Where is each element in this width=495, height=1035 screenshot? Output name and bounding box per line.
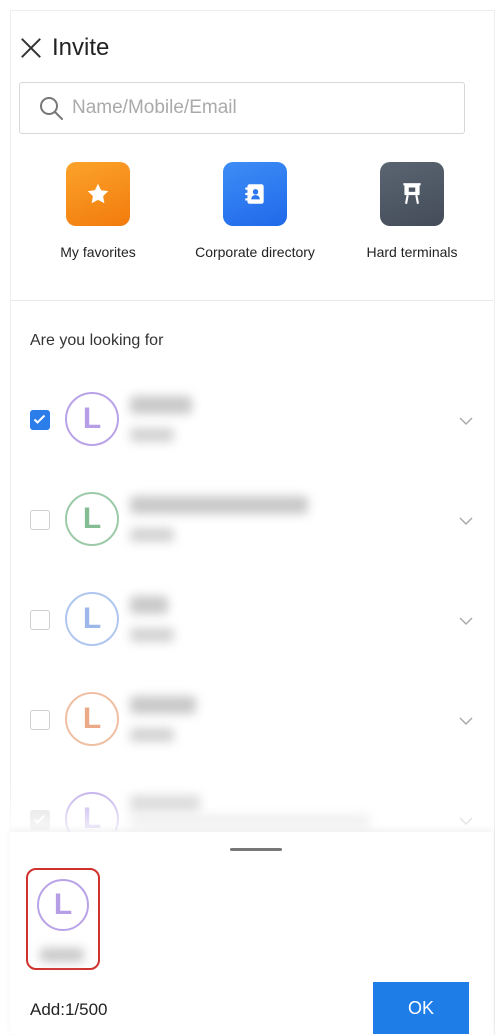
contact-detail bbox=[130, 728, 174, 742]
chevron-down-icon[interactable] bbox=[459, 414, 473, 428]
contact-name bbox=[130, 696, 196, 714]
terminal-board-icon bbox=[380, 162, 444, 226]
avatar: L bbox=[37, 879, 89, 931]
star-icon bbox=[66, 162, 130, 226]
shortcut-label: My favorites bbox=[60, 244, 136, 260]
avatar: L bbox=[65, 392, 119, 446]
selected-contact[interactable]: L bbox=[26, 868, 100, 970]
selection-panel: L Add:1/500 OK bbox=[10, 832, 493, 1034]
contact-detail bbox=[130, 528, 174, 542]
contacts-book-icon bbox=[223, 162, 287, 226]
chevron-down-icon[interactable] bbox=[459, 614, 473, 628]
contact-checkbox[interactable] bbox=[30, 710, 50, 730]
contact-row[interactable]: L bbox=[10, 470, 493, 570]
page-title: Invite bbox=[52, 34, 110, 61]
selection-count: Add:1/500 bbox=[30, 1000, 108, 1019]
contact-name bbox=[130, 596, 168, 614]
avatar: L bbox=[65, 492, 119, 546]
ok-button[interactable]: OK bbox=[373, 982, 469, 1034]
shortcut-hard-terminals[interactable]: Hard terminals bbox=[332, 162, 492, 260]
search-icon bbox=[40, 97, 63, 120]
search-input[interactable] bbox=[70, 96, 454, 120]
checkmark-icon bbox=[33, 414, 46, 424]
contact-checkbox[interactable] bbox=[30, 410, 50, 430]
header: Invite bbox=[18, 30, 109, 66]
contact-detail bbox=[130, 628, 174, 642]
avatar: L bbox=[65, 592, 119, 646]
chevron-down-icon[interactable] bbox=[459, 714, 473, 728]
contact-row[interactable]: L bbox=[10, 370, 493, 470]
shortcut-label: Corporate directory bbox=[195, 244, 315, 260]
close-icon[interactable] bbox=[18, 35, 44, 61]
contact-row[interactable]: L bbox=[10, 570, 493, 670]
contact-checkbox bbox=[30, 810, 50, 830]
contact-name bbox=[130, 796, 200, 814]
avatar: L bbox=[65, 692, 119, 746]
contact-checkbox[interactable] bbox=[30, 610, 50, 630]
checkmark-icon bbox=[33, 814, 46, 824]
contact-name bbox=[130, 496, 308, 514]
suggestions-heading: Are you looking for bbox=[30, 332, 164, 349]
contact-name bbox=[130, 396, 192, 414]
contact-detail bbox=[130, 816, 370, 830]
chevron-down-icon[interactable] bbox=[459, 514, 473, 528]
selected-contact-name bbox=[40, 948, 84, 962]
shortcut-label: Hard terminals bbox=[366, 244, 458, 260]
drag-handle[interactable] bbox=[230, 848, 282, 851]
shortcut-my-favorites[interactable]: My favorites bbox=[18, 162, 178, 260]
chevron-down-icon[interactable] bbox=[459, 814, 473, 828]
shortcut-row: My favorites Corporate directory Hard te… bbox=[10, 162, 493, 282]
contact-row[interactable]: L bbox=[10, 670, 493, 770]
divider bbox=[10, 300, 493, 301]
contact-detail bbox=[130, 428, 174, 442]
shortcut-corporate-directory[interactable]: Corporate directory bbox=[175, 162, 335, 260]
search-box[interactable] bbox=[19, 82, 465, 134]
contact-checkbox[interactable] bbox=[30, 510, 50, 530]
